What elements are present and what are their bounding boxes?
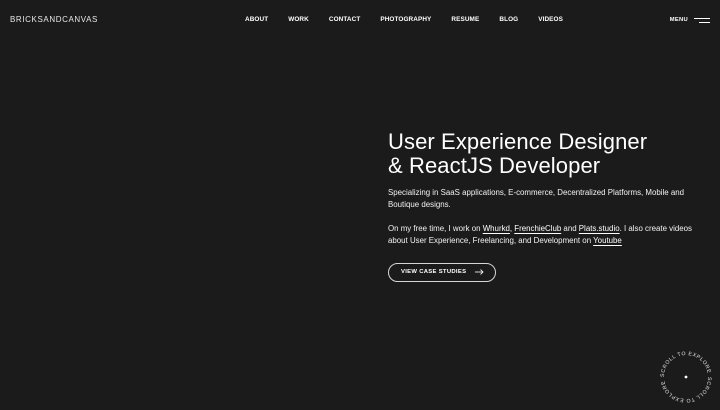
link-frenchieclub[interactable]: FrenchieClub (514, 224, 561, 233)
nav-work[interactable]: WORK (288, 16, 309, 23)
nav-blog[interactable]: BLOG (499, 16, 518, 23)
hero-title-line-2: & ReactJS Developer (388, 153, 601, 178)
link-plats-studio[interactable]: Plats.studio (579, 224, 620, 233)
hero-free-time: On my free time, I work on Whurkd, Frenc… (388, 223, 698, 248)
scroll-badge-text: SCROLL TO EXPLORE (660, 351, 712, 377)
nav-contact[interactable]: CONTACT (329, 16, 360, 23)
hamburger-icon (694, 17, 710, 23)
link-whurkd[interactable]: Whurkd (483, 224, 510, 233)
hero-title: User Experience Designer & ReactJS Devel… (388, 130, 698, 178)
nav-about[interactable]: ABOUT (245, 16, 268, 23)
menu-button[interactable]: MENU (670, 17, 710, 23)
nav-photography[interactable]: PHOTOGRAPHY (380, 16, 431, 23)
page: BRICKSANDCANVAS ABOUT WORK CONTACT PHOTO… (0, 0, 720, 410)
cta-label: VIEW CASE STUDIES (401, 269, 467, 276)
hero-section: User Experience Designer & ReactJS Devel… (388, 130, 698, 282)
nav-videos[interactable]: VIDEOS (538, 16, 563, 23)
free-time-prefix: On my free time, I work on (388, 223, 483, 233)
dot-icon (684, 375, 688, 379)
scroll-to-explore-badge[interactable]: SCROLL TO EXPLORE SCROLL TO EXPLORE (656, 347, 716, 407)
menu-label: MENU (669, 17, 688, 23)
scroll-badge-text-2: SCROLL TO EXPLORE (660, 377, 712, 403)
site-logo[interactable]: BRICKSANDCANVAS (10, 15, 98, 24)
hero-intro: Specializing in SaaS applications, E-com… (388, 188, 685, 210)
main-nav: ABOUT WORK CONTACT PHOTOGRAPHY RESUME BL… (245, 16, 563, 23)
free-time-sep-2: and (561, 223, 579, 233)
hero-title-line-1: User Experience Designer (388, 129, 648, 154)
arrow-right-icon (475, 269, 484, 275)
view-case-studies-button[interactable]: VIEW CASE STUDIES (388, 262, 497, 282)
link-youtube[interactable]: Youtube (593, 236, 622, 245)
nav-resume[interactable]: RESUME (451, 16, 479, 23)
